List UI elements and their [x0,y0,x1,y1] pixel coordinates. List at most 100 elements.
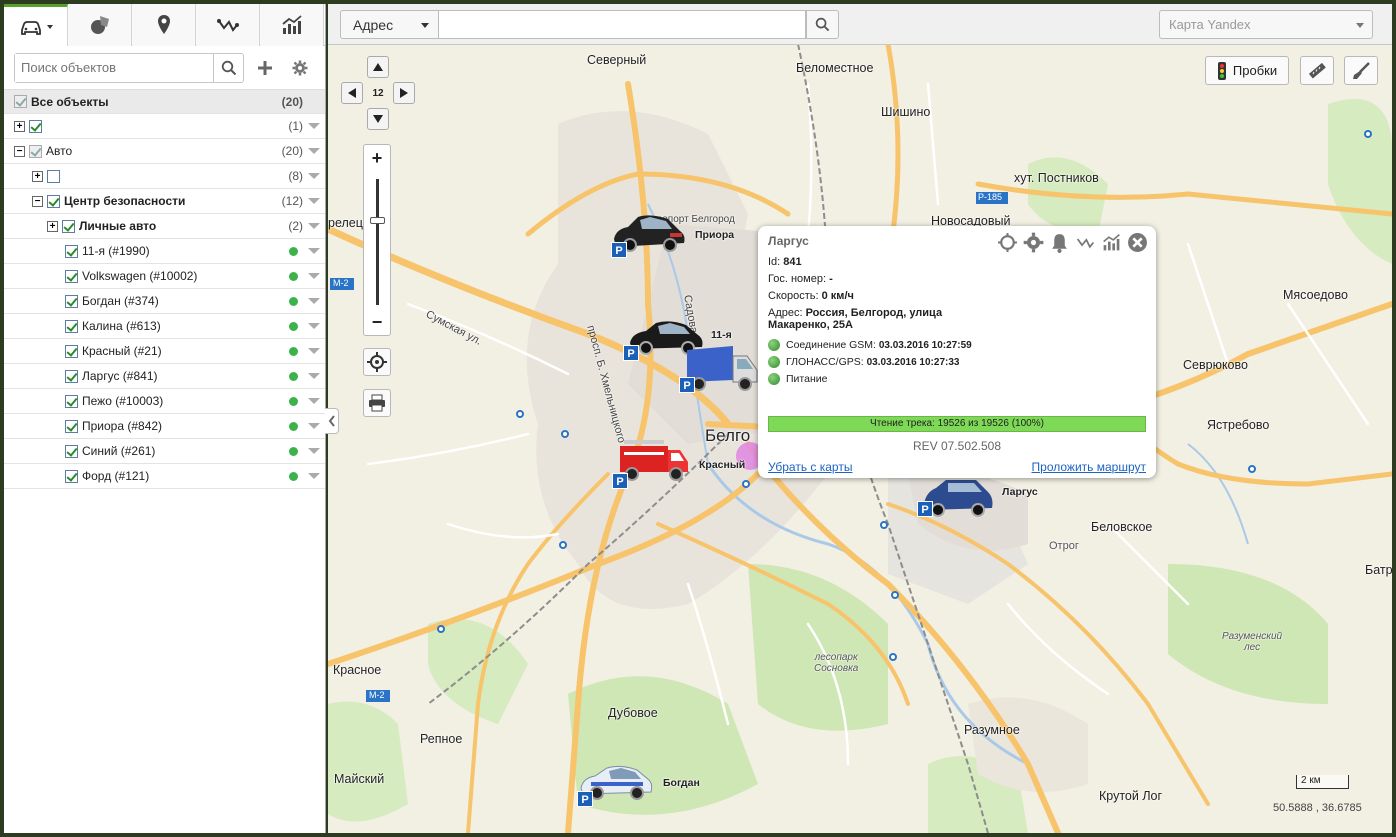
row-menu-button[interactable] [303,414,325,439]
checkbox[interactable] [65,319,78,333]
row-menu-button[interactable] [303,114,325,139]
map-view[interactable]: Р-185 М-2 М-2 Северный Беломестное Шишин… [328,4,1392,833]
chart-icon[interactable] [1101,232,1122,253]
pan-up-button[interactable] [367,56,389,78]
checkbox[interactable] [65,244,78,258]
tree-row-group[interactable]: + (1) [4,114,325,139]
gear-icon[interactable] [1023,232,1044,253]
tree-row-object[interactable]: 11-я (#1990) [4,239,325,264]
row-menu-button[interactable] [303,239,325,264]
vehicle-label[interactable]: Приора [695,229,734,241]
row-menu-button[interactable] [303,464,325,489]
zoom-slider-handle[interactable] [370,217,385,224]
checkbox[interactable] [62,219,75,233]
panel-settings-button[interactable] [286,53,314,83]
checkbox[interactable] [65,469,78,483]
address-label: Адрес: [768,307,803,319]
vehicle-label[interactable]: 11-я [711,329,732,341]
track-icon[interactable] [1075,232,1096,253]
tab-places[interactable] [132,4,196,46]
tab-reports[interactable] [260,4,324,46]
expand-icon[interactable]: + [32,170,43,182]
crosshair-icon[interactable] [997,232,1018,253]
place-label: лесопарк Сосновка [814,652,859,674]
row-menu-button[interactable] [303,389,325,414]
print-button[interactable] [363,389,391,417]
tree-row-object[interactable]: Калина (#613) [4,314,325,339]
checkbox[interactable] [65,419,78,433]
ruler-button[interactable] [1300,56,1334,85]
expand-icon[interactable]: + [14,120,25,132]
id-value: 841 [783,256,802,268]
checkbox[interactable] [65,444,78,458]
tree-row-group[interactable]: + Личные авто (2) [4,214,325,239]
tree-row-object[interactable]: Синий (#261) [4,439,325,464]
vehicle-label[interactable]: Красный [699,459,745,471]
checkbox[interactable] [65,269,78,283]
row-menu-button[interactable] [303,339,325,364]
bell-icon[interactable] [1049,232,1070,253]
tab-geozones[interactable] [68,4,132,46]
checkbox[interactable] [29,144,42,158]
checkbox[interactable] [65,369,78,383]
pan-left-button[interactable] [341,82,363,104]
close-icon[interactable] [1127,232,1148,253]
tree-row-all[interactable]: Все объекты (20) [4,90,325,114]
traffic-button[interactable]: Пробки [1205,56,1289,85]
object-search-button[interactable] [213,53,243,82]
row-menu-button[interactable] [303,364,325,389]
tree-row-object[interactable]: Форд (#121) [4,464,325,489]
collapse-icon[interactable]: − [14,145,25,157]
row-menu-button[interactable] [303,439,325,464]
pan-right-button[interactable] [393,82,415,104]
tab-objects[interactable] [4,4,68,46]
row-menu-button[interactable] [303,214,325,239]
locate-button[interactable] [363,348,391,376]
tree-row-object[interactable]: Пежо (#10003) [4,389,325,414]
zoom-track[interactable] [376,179,379,305]
address-input[interactable] [438,10,806,39]
tree-row-object[interactable]: Богдан (#374) [4,289,325,314]
pan-down-button[interactable] [367,108,389,130]
row-menu-button[interactable] [303,264,325,289]
tree-row-group[interactable]: − Авто (20) [4,139,325,164]
vehicle-label[interactable]: Ларгус [1002,486,1038,498]
clear-map-button[interactable] [1344,56,1378,85]
row-menu-button[interactable] [303,139,325,164]
tree-row-group[interactable]: + (8) [4,164,325,189]
tree-row-object[interactable]: Ларгус (#841) [4,364,325,389]
address-value-cont: Макаренко, 25А [768,319,853,331]
row-menu-button[interactable] [303,189,325,214]
add-object-button[interactable] [251,53,279,83]
place-label: хут. Постников [1014,171,1099,185]
build-route-link[interactable]: Проложить маршрут [1032,460,1146,474]
checkbox[interactable] [14,95,27,108]
checkbox[interactable] [29,119,42,133]
status-dot [289,271,298,281]
tree-row-object[interactable]: Приора (#842) [4,414,325,439]
checkbox[interactable] [65,294,78,308]
tab-tracks[interactable] [196,4,260,46]
address-search-button[interactable] [806,10,839,39]
zoom-out-button[interactable]: − [364,309,390,335]
checkbox[interactable] [47,194,60,208]
checkbox[interactable] [65,344,78,358]
row-menu-button[interactable] [303,164,325,189]
tree-row-object[interactable]: Volkswagen (#10002) [4,264,325,289]
checkbox[interactable] [47,169,60,183]
tree-row-object[interactable]: Красный (#21) [4,339,325,364]
remove-from-map-link[interactable]: Убрать с карты [768,460,852,474]
vehicle-label[interactable]: Богдан [663,777,700,789]
panel-collapse-button[interactable] [325,408,339,434]
zoom-in-button[interactable]: + [364,145,390,171]
object-search-input[interactable] [15,53,213,82]
power-label: Питание [786,373,828,385]
collapse-icon[interactable]: − [32,195,43,207]
checkbox[interactable] [65,394,78,408]
row-menu-button[interactable] [303,314,325,339]
row-menu-button[interactable] [303,289,325,314]
expand-icon[interactable]: + [47,220,58,232]
tree-row-group[interactable]: − Центр безопасности (12) [4,189,325,214]
map-type-select[interactable]: Карта Yandex [1159,10,1373,39]
address-type-select[interactable]: Адрес [340,10,439,39]
